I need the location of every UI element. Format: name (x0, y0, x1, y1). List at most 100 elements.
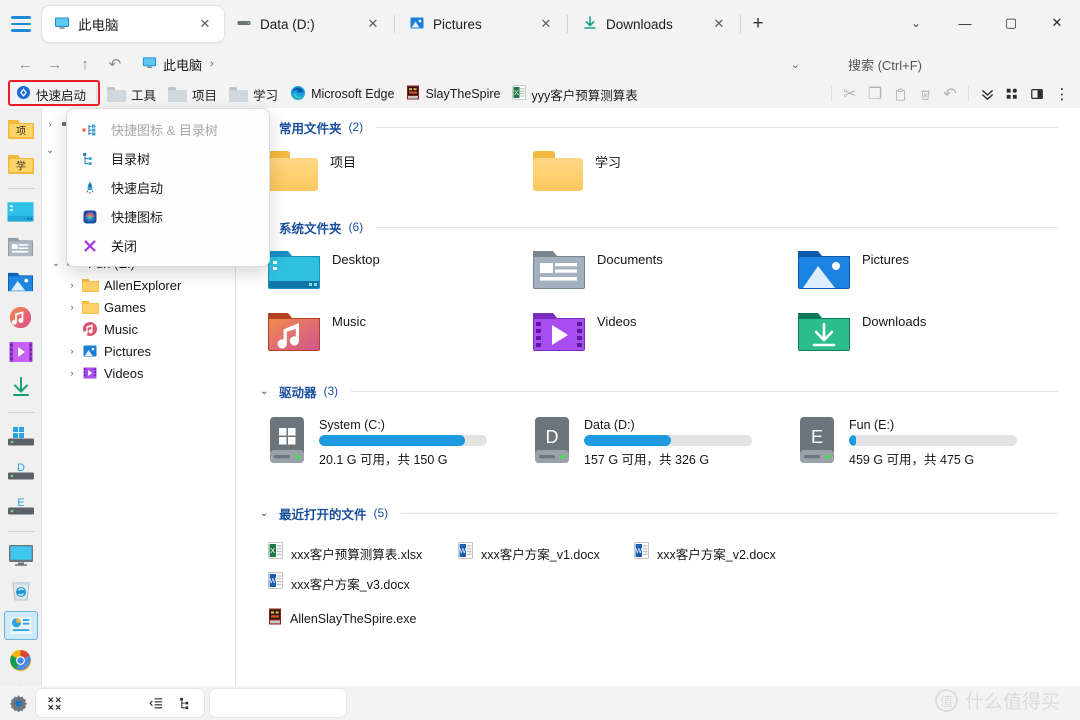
ql-item-tools[interactable]: 工具 (101, 83, 162, 105)
ql-item-budget-sheet[interactable]: X yyy客户预算测算表 (506, 83, 643, 105)
section-header-frequent[interactable]: ⌄ 常用文件夹 (2) (236, 114, 1080, 140)
view-icon[interactable] (1000, 82, 1024, 106)
svg-text:项: 项 (16, 126, 26, 138)
system-folder-tile[interactable]: Documents (533, 240, 798, 302)
rail-videos-icon[interactable] (4, 338, 38, 367)
menu-item-shortcut-and-tree[interactable]: 快捷图标 & 目录树 (67, 115, 269, 144)
rail-downloads-icon[interactable] (4, 373, 38, 402)
twisty-icon[interactable]: › (64, 346, 80, 357)
chevron-down-icon[interactable]: ⌄ (260, 508, 272, 519)
system-folder-tile[interactable]: Desktop (268, 240, 533, 302)
tree-item-videos[interactable]: ›Videos (42, 362, 235, 384)
rail-drive-d-icon[interactable]: D (4, 457, 38, 486)
undo-icon[interactable]: ↶ (938, 82, 962, 106)
twisty-icon[interactable]: ⌄ (42, 145, 58, 156)
tab-close-icon[interactable]: ✕ (708, 13, 730, 35)
recent-file-item[interactable]: AllenSlayTheSpire.exe (268, 604, 976, 634)
rail-desktop-icon[interactable] (4, 198, 38, 227)
indent-icon[interactable] (144, 692, 168, 714)
system-folder-tile[interactable]: Pictures (798, 240, 1063, 302)
tab-data-d[interactable]: Data (D:) ✕ (224, 6, 392, 42)
minimize-button[interactable]: — (942, 0, 988, 46)
rail-music-icon[interactable] (4, 303, 38, 332)
twisty-icon[interactable]: › (64, 302, 80, 313)
menu-item-tree[interactable]: 目录树 (67, 144, 269, 173)
delete-icon[interactable] (913, 82, 937, 106)
twisty-icon[interactable]: › (42, 119, 58, 130)
tab-list-chevron-icon[interactable]: ⌄ (890, 0, 942, 46)
system-folder-tile[interactable]: Downloads (798, 302, 1063, 364)
back-button[interactable]: ← (10, 50, 40, 78)
rail-drive-e-icon[interactable]: E (4, 492, 38, 521)
quick-launch-dropdown-menu[interactable]: 快捷图标 & 目录树 目录树 快速启动 快捷图标 关闭 (66, 108, 270, 267)
tree-item-allenexplorer[interactable]: ›AllenExplorer (42, 274, 235, 296)
menu-item-shortcut-icons[interactable]: 快捷图标 (67, 202, 269, 231)
recent-file-label: AllenSlayTheSpire.exe (290, 612, 416, 626)
system-folder-tile[interactable]: Videos (533, 302, 798, 364)
drive-tile[interactable]: D Data (D:) 157 G 可用，共 326 G (533, 416, 798, 484)
hamburger-menu-icon[interactable] (0, 0, 42, 48)
cut-icon[interactable]: ✂ (838, 82, 862, 106)
section-header-system[interactable]: ⌄ 系统文件夹 (6) (236, 214, 1080, 240)
chevron-down-icon[interactable]: ⌄ (260, 386, 272, 397)
ql-item-slaythespire[interactable]: SlayTheSpire (400, 83, 506, 105)
chevron-down-icon[interactable]: ⌄ (791, 58, 800, 71)
rail-folder-xue[interactable]: 学 (4, 149, 38, 178)
drive-tile[interactable]: E Fun (E:) 459 G 可用，共 475 G (798, 416, 1063, 484)
recent-file-item[interactable]: X xxx客户预算测算表.xlsx (268, 538, 458, 568)
recent-file-item[interactable]: W xxx客户方案_v3.docx (268, 568, 444, 598)
menu-item-quick-launch[interactable]: 快速启动 (67, 173, 269, 202)
breadcrumb[interactable]: 此电脑 › (142, 55, 216, 74)
chevron-right-icon[interactable]: › (210, 58, 214, 70)
tree-item-music[interactable]: Music (42, 318, 235, 340)
twisty-icon[interactable]: › (64, 368, 80, 379)
section-header-drives[interactable]: ⌄ 驱动器 (3) (236, 378, 1080, 404)
preview-pane-icon[interactable] (1025, 82, 1049, 106)
twisty-icon[interactable]: › (64, 280, 80, 291)
rail-documents-icon[interactable] (4, 233, 38, 262)
folder-tile[interactable]: 学习 (533, 140, 798, 202)
rail-recycle-bin-icon[interactable] (4, 576, 38, 605)
tree-item-games[interactable]: ›Games (42, 296, 235, 318)
search-input[interactable]: 搜索 (Ctrl+F) (848, 55, 922, 74)
rail-monitor-icon[interactable] (4, 541, 38, 570)
collapse-icon[interactable] (42, 692, 66, 714)
close-button[interactable]: ✕ (1034, 0, 1080, 46)
rail-chrome-icon[interactable] (4, 646, 38, 675)
forward-button[interactable]: → (40, 50, 70, 78)
tree-item-pictures[interactable]: ›Pictures (42, 340, 235, 362)
recent-locations-button[interactable]: ↶ (100, 50, 130, 78)
tab-this-pc[interactable]: 此电脑 ✕ (42, 6, 224, 42)
tree-icon[interactable] (174, 692, 198, 714)
ql-item-study[interactable]: 学习 (223, 83, 284, 105)
menu-item-close[interactable]: 关闭 (67, 231, 269, 260)
paste-icon[interactable] (888, 82, 912, 106)
recent-file-item[interactable]: W xxx客户方案_v2.docx (634, 538, 810, 568)
rail-pictures-icon[interactable] (4, 268, 38, 297)
tab-pictures[interactable]: Pictures ✕ (397, 6, 565, 42)
ql-item-projects[interactable]: 项目 (162, 83, 223, 105)
ql-item-edge[interactable]: Microsoft Edge (284, 83, 400, 105)
rail-drive-c-icon[interactable] (4, 422, 38, 451)
section-header-recent[interactable]: ⌄ 最近打开的文件 (5) (236, 500, 1080, 526)
up-button[interactable]: ↑ (70, 50, 100, 78)
tab-downloads[interactable]: Downloads ✕ (570, 6, 738, 42)
copy-icon[interactable]: ❐ (863, 82, 887, 106)
folder-tile[interactable]: 项目 (268, 140, 533, 202)
new-tab-button[interactable]: + (743, 9, 773, 39)
rail-folder-xiang[interactable]: 项 (4, 114, 38, 143)
tab-close-icon[interactable]: ✕ (535, 13, 557, 35)
more-chevron-icon[interactable] (975, 82, 999, 106)
system-folder-tile[interactable]: Music (268, 302, 533, 364)
settings-gear-icon[interactable] (6, 692, 30, 714)
svg-text:W: W (459, 548, 466, 555)
rail-control-panel-icon[interactable] (4, 611, 38, 640)
tab-close-icon[interactable]: ✕ (194, 13, 216, 35)
tab-close-icon[interactable]: ✕ (362, 13, 384, 35)
recent-file-item[interactable]: W xxx客户方案_v1.docx (458, 538, 634, 568)
quick-launch-button[interactable]: 快速启动 (10, 83, 92, 105)
twisty-icon[interactable]: ⌄ (48, 258, 64, 269)
maximize-button[interactable]: ▢ (988, 0, 1034, 46)
drive-tile[interactable]: System (C:) 20.1 G 可用，共 150 G (268, 416, 533, 484)
overflow-menu-icon[interactable]: ⋮ (1050, 82, 1074, 106)
